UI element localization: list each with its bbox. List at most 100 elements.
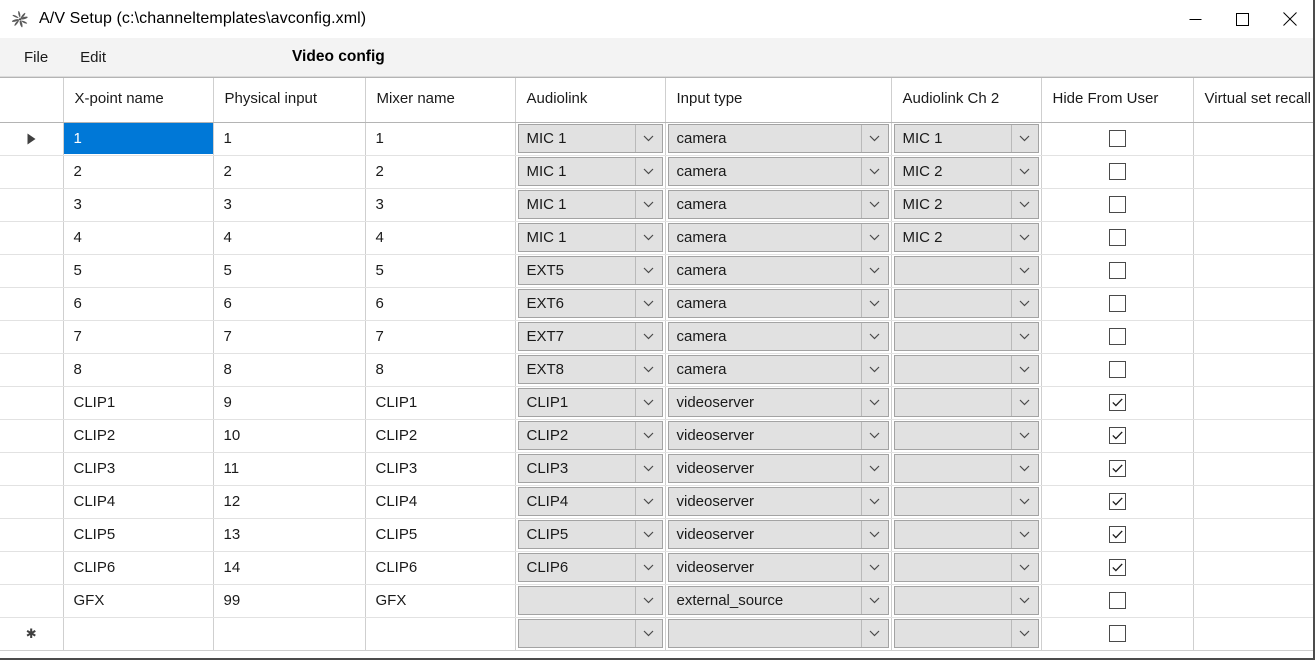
menu-item-file[interactable]: File bbox=[14, 45, 58, 70]
input-type-dropdown-arrow[interactable] bbox=[860, 322, 888, 350]
audiolink-dropdown[interactable]: MIC 1 bbox=[517, 156, 663, 186]
cell-audiolink[interactable]: MIC 1 bbox=[515, 221, 666, 255]
cell-xpoint-name[interactable]: 1 bbox=[63, 122, 214, 156]
audiolink-dropdown-arrow[interactable] bbox=[634, 388, 662, 416]
audiolink-ch2-dropdown-arrow[interactable] bbox=[1010, 190, 1038, 218]
row-indicator-cell[interactable] bbox=[0, 254, 64, 288]
input-type-dropdown[interactable] bbox=[667, 618, 889, 648]
hide-from-user-checkbox[interactable] bbox=[1108, 163, 1126, 180]
close-button[interactable] bbox=[1266, 0, 1313, 38]
cell-audiolink-ch2[interactable] bbox=[891, 353, 1042, 387]
row-indicator-cell[interactable] bbox=[0, 122, 64, 156]
audiolink-ch2-dropdown[interactable] bbox=[893, 552, 1039, 582]
cell-audiolink-ch2[interactable]: MIC 2 bbox=[891, 221, 1042, 255]
cell-audiolink[interactable]: EXT6 bbox=[515, 287, 666, 321]
audiolink-dropdown[interactable]: CLIP3 bbox=[517, 453, 663, 483]
audiolink-ch2-dropdown-arrow[interactable] bbox=[1010, 487, 1038, 515]
table-row[interactable]: 5 5 5 EXT5 camera bbox=[0, 254, 1313, 288]
table-row[interactable]: CLIP5 13 CLIP5 CLIP5 videoserver bbox=[0, 518, 1313, 552]
input-type-dropdown-arrow[interactable] bbox=[860, 388, 888, 416]
audiolink-ch2-dropdown-arrow[interactable] bbox=[1010, 355, 1038, 383]
hide-from-user-checkbox[interactable] bbox=[1108, 394, 1126, 411]
input-type-dropdown-arrow[interactable] bbox=[860, 586, 888, 614]
audiolink-dropdown[interactable]: CLIP2 bbox=[517, 420, 663, 450]
cell-hide-from-user[interactable] bbox=[1041, 254, 1194, 288]
input-type-dropdown[interactable]: external_source bbox=[667, 585, 889, 615]
row-indicator-cell[interactable] bbox=[0, 584, 64, 618]
audiolink-dropdown-arrow[interactable] bbox=[634, 124, 662, 152]
cell-input-type[interactable]: camera bbox=[665, 122, 892, 156]
cell-xpoint-name[interactable]: 8 bbox=[63, 353, 214, 387]
hide-from-user-checkbox[interactable] bbox=[1108, 625, 1126, 642]
cell-input-type[interactable]: camera bbox=[665, 188, 892, 222]
audiolink-dropdown-arrow[interactable] bbox=[634, 553, 662, 581]
cell-hide-from-user[interactable] bbox=[1041, 551, 1194, 585]
input-type-dropdown[interactable]: camera bbox=[667, 189, 889, 219]
hide-from-user-checkbox[interactable] bbox=[1108, 328, 1126, 345]
input-type-dropdown[interactable]: camera bbox=[667, 288, 889, 318]
hide-from-user-checkbox[interactable] bbox=[1108, 196, 1126, 213]
cell-xpoint-name[interactable]: GFX bbox=[63, 584, 214, 618]
audiolink-ch2-dropdown-arrow[interactable] bbox=[1010, 586, 1038, 614]
input-type-dropdown-arrow[interactable] bbox=[860, 487, 888, 515]
cell-mixer-name[interactable]: GFX bbox=[365, 584, 516, 618]
cell-audiolink[interactable]: MIC 1 bbox=[515, 188, 666, 222]
cell-xpoint-name[interactable]: CLIP1 bbox=[63, 386, 214, 420]
cell-physical-input[interactable]: 14 bbox=[213, 551, 366, 585]
row-indicator-cell[interactable] bbox=[0, 419, 64, 453]
audiolink-ch2-dropdown-arrow[interactable] bbox=[1010, 256, 1038, 284]
cell-mixer-name[interactable]: CLIP4 bbox=[365, 485, 516, 519]
cell-audiolink-ch2[interactable] bbox=[891, 551, 1042, 585]
table-row[interactable]: CLIP4 12 CLIP4 CLIP4 videoserver bbox=[0, 485, 1313, 519]
audiolink-dropdown[interactable]: MIC 1 bbox=[517, 222, 663, 252]
cell-hide-from-user[interactable] bbox=[1041, 122, 1194, 156]
table-row[interactable]: 7 7 7 EXT7 camera bbox=[0, 320, 1313, 354]
cell-hide-from-user[interactable] bbox=[1041, 518, 1194, 552]
audiolink-dropdown[interactable]: EXT6 bbox=[517, 288, 663, 318]
cell-audiolink-ch2[interactable] bbox=[891, 419, 1042, 453]
audiolink-dropdown-arrow[interactable] bbox=[634, 190, 662, 218]
audiolink-dropdown[interactable]: EXT7 bbox=[517, 321, 663, 351]
table-row[interactable]: CLIP2 10 CLIP2 CLIP2 videoserver bbox=[0, 419, 1313, 453]
cell-input-type[interactable]: camera bbox=[665, 254, 892, 288]
audiolink-dropdown[interactable]: EXT5 bbox=[517, 255, 663, 285]
audiolink-ch2-dropdown[interactable] bbox=[893, 288, 1039, 318]
table-row[interactable]: 8 8 8 EXT8 camera bbox=[0, 353, 1313, 387]
data-grid-container[interactable]: X-point name Physical input Mixer name A… bbox=[0, 77, 1313, 658]
audiolink-ch2-dropdown-arrow[interactable] bbox=[1010, 157, 1038, 185]
cell-audiolink[interactable] bbox=[515, 617, 666, 651]
audiolink-dropdown[interactable]: CLIP5 bbox=[517, 519, 663, 549]
cell-mixer-name[interactable]: 2 bbox=[365, 155, 516, 189]
column-header-input-type[interactable]: Input type bbox=[665, 78, 892, 123]
cell-audiolink[interactable]: CLIP1 bbox=[515, 386, 666, 420]
cell-physical-input[interactable]: 2 bbox=[213, 155, 366, 189]
audiolink-ch2-dropdown-arrow[interactable] bbox=[1010, 520, 1038, 548]
cell-audiolink[interactable]: MIC 1 bbox=[515, 122, 666, 156]
cell-virtual-set-recall[interactable] bbox=[1193, 254, 1313, 288]
cell-hide-from-user[interactable] bbox=[1041, 386, 1194, 420]
table-row[interactable]: CLIP3 11 CLIP3 CLIP3 videoserver bbox=[0, 452, 1313, 486]
menu-item-edit[interactable]: Edit bbox=[70, 45, 116, 70]
cell-virtual-set-recall[interactable] bbox=[1193, 584, 1313, 618]
cell-audiolink-ch2[interactable] bbox=[891, 584, 1042, 618]
cell-physical-input[interactable]: 5 bbox=[213, 254, 366, 288]
cell-physical-input[interactable]: 8 bbox=[213, 353, 366, 387]
row-indicator-cell[interactable] bbox=[0, 386, 64, 420]
audiolink-dropdown-arrow[interactable] bbox=[634, 520, 662, 548]
input-type-dropdown[interactable]: videoserver bbox=[667, 453, 889, 483]
audiolink-dropdown[interactable]: MIC 1 bbox=[517, 123, 663, 153]
audiolink-dropdown-arrow[interactable] bbox=[634, 322, 662, 350]
cell-hide-from-user[interactable] bbox=[1041, 155, 1194, 189]
cell-xpoint-name[interactable]: CLIP5 bbox=[63, 518, 214, 552]
audiolink-dropdown-arrow[interactable] bbox=[634, 487, 662, 515]
audiolink-ch2-dropdown[interactable]: MIC 2 bbox=[893, 222, 1039, 252]
audiolink-dropdown[interactable]: MIC 1 bbox=[517, 189, 663, 219]
input-type-dropdown-arrow[interactable] bbox=[860, 553, 888, 581]
row-indicator-cell[interactable] bbox=[0, 320, 64, 354]
input-type-dropdown[interactable]: videoserver bbox=[667, 420, 889, 450]
cell-virtual-set-recall[interactable] bbox=[1193, 485, 1313, 519]
table-row[interactable]: CLIP6 14 CLIP6 CLIP6 videoserver bbox=[0, 551, 1313, 585]
table-row[interactable]: 2 2 2 MIC 1 camera MIC 2 bbox=[0, 155, 1313, 189]
column-header-audiolink-ch2[interactable]: Audiolink Ch 2 bbox=[891, 78, 1042, 123]
row-indicator-cell[interactable] bbox=[0, 485, 64, 519]
